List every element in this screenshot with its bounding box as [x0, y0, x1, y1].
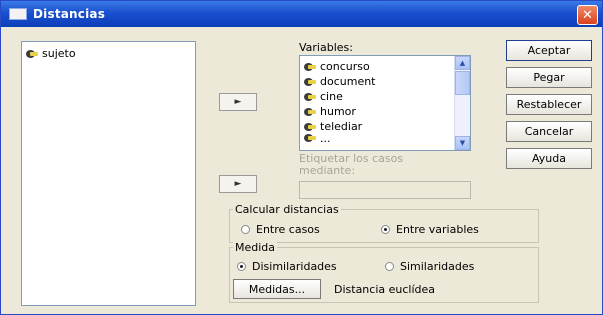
close-button[interactable]: ✕: [577, 5, 598, 25]
arrow-right-icon: ►: [234, 179, 242, 189]
variables-scrollbar[interactable]: ▲ ▼: [454, 56, 470, 150]
string-variable-icon: [26, 49, 38, 58]
list-item[interactable]: ...: [304, 134, 470, 142]
list-item[interactable]: telediar: [304, 119, 470, 134]
scroll-up-button[interactable]: ▲: [455, 56, 470, 70]
arrow-right-icon: ►: [234, 97, 242, 107]
string-variable-icon: [304, 62, 316, 71]
string-variable-icon: [304, 134, 316, 142]
help-button[interactable]: Ayuda: [506, 148, 592, 169]
measures-button[interactable]: Medidas...: [233, 279, 321, 299]
string-variable-icon: [304, 122, 316, 131]
string-variable-icon: [304, 77, 316, 86]
between-variables-label: Entre variables: [396, 223, 479, 236]
list-item[interactable]: humor: [304, 104, 470, 119]
list-item-label: telediar: [320, 120, 363, 133]
radio-indicator: [237, 262, 246, 271]
move-to-variables-button[interactable]: ►: [219, 93, 257, 111]
radio-indicator: [381, 225, 390, 234]
chevron-down-icon: ▼: [459, 139, 466, 147]
variables-list[interactable]: concurso document cine humor telediar ..…: [299, 55, 471, 151]
list-item[interactable]: concurso: [304, 59, 470, 74]
string-variable-icon: [304, 92, 316, 101]
scroll-down-button[interactable]: ▼: [455, 136, 470, 150]
dissimilarities-label: Disimilaridades: [252, 260, 337, 273]
chevron-up-icon: ▲: [459, 59, 466, 67]
measure-label: Medida: [233, 241, 278, 254]
paste-button[interactable]: Pegar: [506, 67, 592, 88]
move-to-label-button[interactable]: ►: [219, 175, 257, 193]
similarities-label: Similaridades: [400, 260, 475, 273]
window-icon: [9, 8, 27, 20]
list-item-label: sujeto: [42, 47, 76, 60]
radio-indicator: [385, 262, 394, 271]
close-icon: ✕: [582, 7, 593, 23]
list-item-label: document: [320, 75, 376, 88]
source-variable-list[interactable]: sujeto: [21, 41, 196, 306]
list-item[interactable]: cine: [304, 89, 470, 104]
list-item-label: cine: [320, 90, 343, 103]
between-variables-radio[interactable]: Entre variables: [381, 223, 479, 236]
label-cases-label: Etiquetar los casos mediante:: [299, 152, 404, 177]
list-item-label: ...: [320, 134, 331, 142]
measure-value: Distancia euclídea: [334, 283, 436, 296]
list-item[interactable]: sujeto: [26, 46, 195, 61]
list-item[interactable]: document: [304, 74, 470, 89]
list-item-label: humor: [320, 105, 356, 118]
label-cases-field[interactable]: [299, 181, 471, 199]
radio-indicator: [241, 225, 250, 234]
variables-label: Variables:: [299, 41, 353, 54]
string-variable-icon: [304, 107, 316, 116]
dissimilarities-radio[interactable]: Disimilaridades: [237, 260, 337, 273]
accept-button[interactable]: Aceptar: [506, 40, 592, 61]
window-title: Distancias: [33, 7, 106, 21]
reset-button[interactable]: Restablecer: [506, 94, 592, 115]
similarities-radio[interactable]: Similaridades: [385, 260, 474, 273]
scroll-thumb[interactable]: [455, 71, 470, 95]
title-bar[interactable]: Distancias ✕: [1, 1, 602, 27]
between-cases-label: Entre casos: [256, 223, 320, 236]
distancias-dialog: Distancias ✕ sujeto ► ► Variables: concu…: [0, 0, 603, 315]
between-cases-radio[interactable]: Entre casos: [241, 223, 320, 236]
compute-distances-label: Calcular distancias: [233, 203, 341, 216]
list-item-label: concurso: [320, 60, 370, 73]
cancel-button[interactable]: Cancelar: [506, 121, 592, 142]
